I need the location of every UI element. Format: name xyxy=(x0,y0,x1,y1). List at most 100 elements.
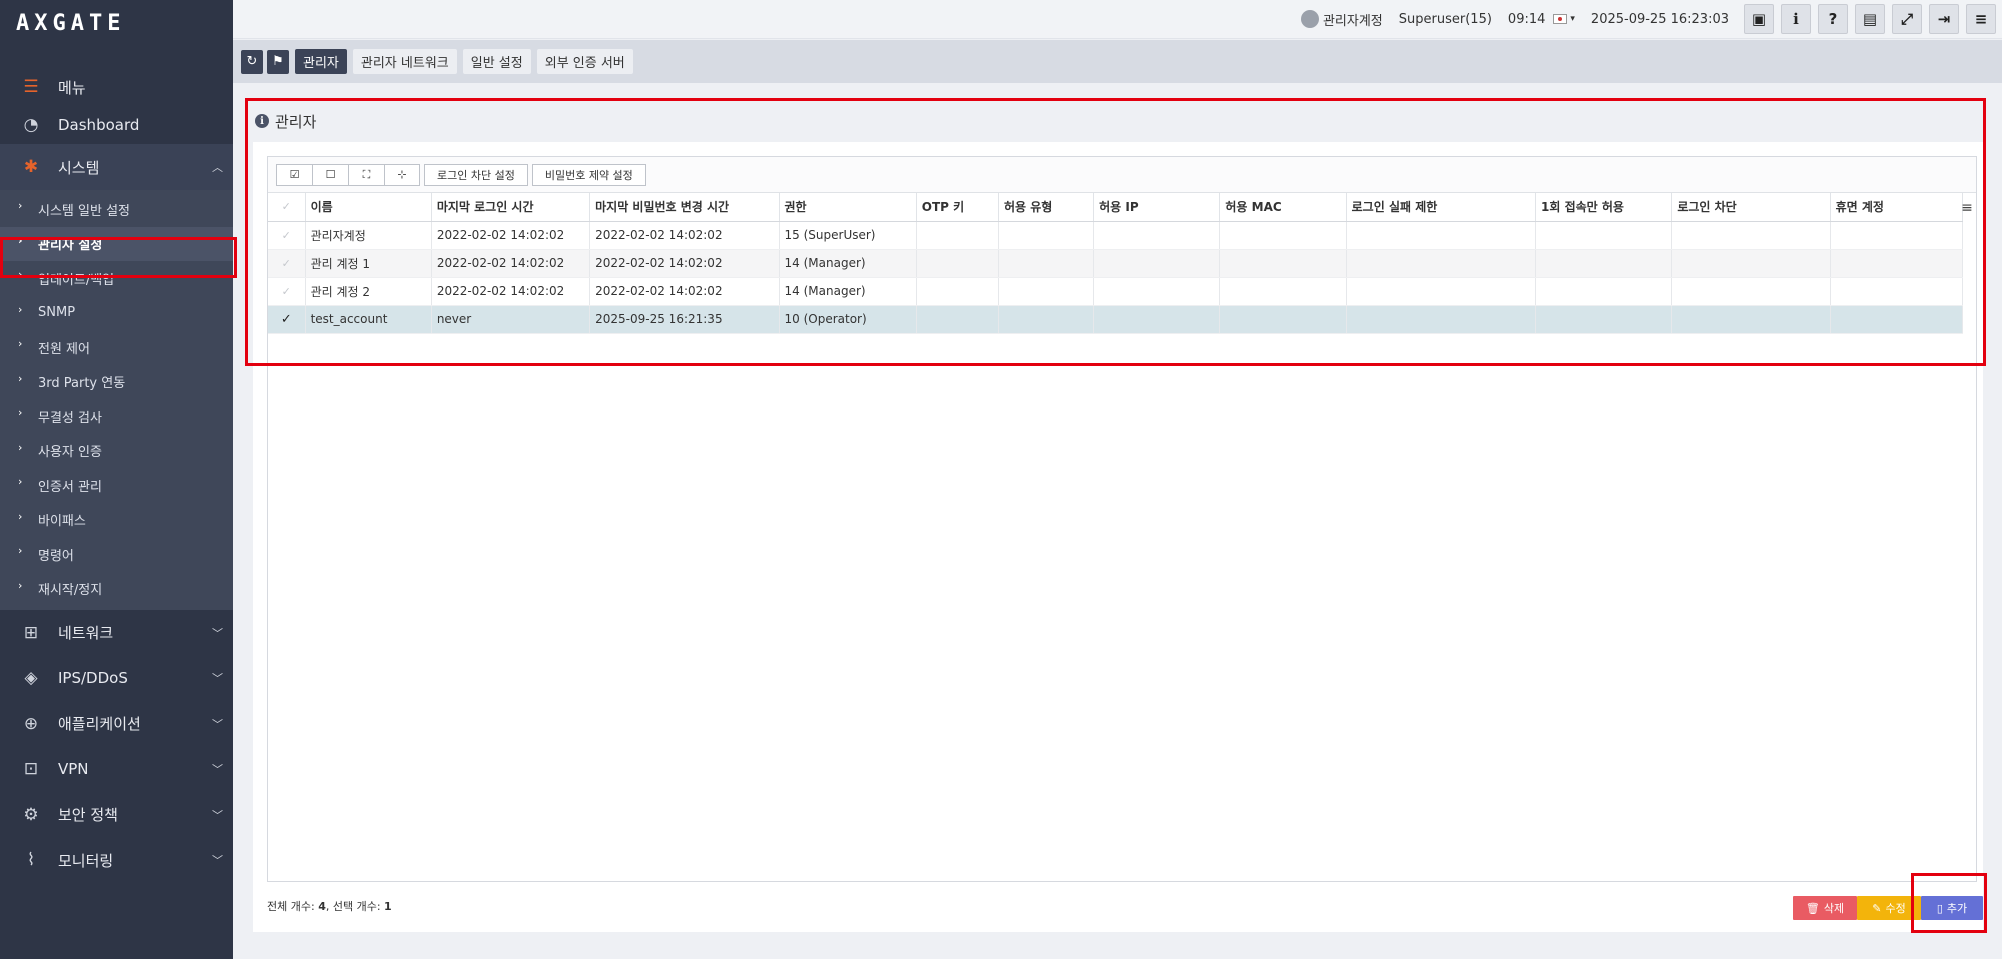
cell-permission: 14 (Manager) xyxy=(779,249,917,278)
deselect-icon[interactable]: ☐ xyxy=(312,163,348,186)
tab-1[interactable]: 관리자 네트워크 xyxy=(352,49,457,74)
column-menu-icon[interactable]: ≡ xyxy=(1960,195,1974,221)
logout-icon[interactable]: ⇥ xyxy=(1929,4,1959,34)
chevron-right-icon: › xyxy=(18,337,23,350)
password-rule-settings-button[interactable]: 비밀번호 제약 설정 xyxy=(531,163,646,186)
cell-empty xyxy=(1346,305,1537,334)
help-icon[interactable]: ? xyxy=(1818,4,1848,34)
column-header[interactable]: 허용 MAC xyxy=(1219,193,1347,222)
sidebar-subitem-9[interactable]: › 바이패스 xyxy=(0,503,233,538)
column-header[interactable]: 로그인 차단 xyxy=(1671,193,1831,222)
cell-empty xyxy=(998,249,1095,278)
table-row[interactable]: ✓ 관리 계정 1 2022-02-02 14:02:02 2022-02-02 14… xyxy=(268,249,1964,278)
panel-title-text: 관리자 xyxy=(275,112,317,131)
info-icon[interactable]: ℹ xyxy=(1781,4,1811,34)
list-icon[interactable]: ▤ xyxy=(1855,4,1885,34)
collapse-icon[interactable]: ⊹ xyxy=(384,163,420,186)
save-icon[interactable]: ▣ xyxy=(1744,4,1774,34)
sidebar-groups: ⊞ 네트워크 ﹀ ◈ IPS/DDoS ﹀ ⊕ 애플리케이션 ﹀ ⊡ VPN ﹀ ⚙ 보안 정책 ﹀ ⌇ 모니터… xyxy=(0,610,233,883)
cell-name: test_account xyxy=(305,305,432,334)
sidebar-subitem-10[interactable]: › 명령어 xyxy=(0,537,233,572)
sidebar-group-4[interactable]: ⚙ 보안 정책 ﹀ xyxy=(0,792,233,838)
sidebar-group-label: VPN xyxy=(58,760,89,779)
column-header[interactable]: 이름 xyxy=(305,193,432,222)
menu-icon[interactable]: ≡ xyxy=(1966,4,1996,34)
sidebar-subitem-7[interactable]: › 사용자 인증 xyxy=(0,434,233,469)
sidebar-group-2[interactable]: ⊕ 애플리케이션 ﹀ xyxy=(0,701,233,747)
sidebar-subitem-11[interactable]: › 재시작/정지 xyxy=(0,572,233,607)
cell-empty xyxy=(1830,249,1964,278)
fullscreen-icon[interactable]: ⤢ xyxy=(1892,4,1922,34)
sidebar-subitem-0[interactable]: › 시스템 일반 설정 xyxy=(0,192,233,227)
select-all-icon[interactable]: ☑ xyxy=(276,163,312,186)
column-header[interactable]: 마지막 로그인 시간 xyxy=(431,193,591,222)
selected-count-label: 선택 개수: xyxy=(332,900,385,913)
sidebar-item-label: Dashboard xyxy=(58,116,140,134)
total-count-label: 전체 개수: xyxy=(267,900,319,913)
language-select[interactable]: ▾ xyxy=(1553,14,1575,24)
sidebar-group-5[interactable]: ⌇ 모니터링 ﹀ xyxy=(0,838,233,884)
user-info[interactable]: 관리자계정 xyxy=(1300,10,1383,29)
sidebar-subitem-6[interactable]: › 무결성 검사 xyxy=(0,399,233,434)
row-checkbox[interactable]: ✓ xyxy=(268,305,306,334)
chevron-down-icon: ﹀ xyxy=(212,626,223,640)
refresh-icon[interactable]: ↻ xyxy=(241,49,263,74)
sidebar-subitem-label: 명령어 xyxy=(38,548,74,564)
column-header[interactable]: 마지막 비밀번호 변경 시간 xyxy=(589,193,780,222)
sidebar-group-1[interactable]: ◈ IPS/DDoS ﹀ xyxy=(0,656,233,702)
cell-empty xyxy=(998,221,1095,250)
column-header[interactable]: 로그인 실패 제한 xyxy=(1346,193,1537,222)
column-header[interactable]: 허용 IP xyxy=(1093,193,1221,222)
delete-button[interactable]: 🗑 삭제 xyxy=(1793,896,1857,920)
expand-icon[interactable]: ⛶ xyxy=(348,163,384,186)
chevron-right-icon: › xyxy=(18,578,23,592)
sidebar-subitem-4[interactable]: › 전원 제어 xyxy=(0,330,233,365)
select-all-checkbox[interactable]: ✓ xyxy=(268,193,306,222)
sidebar-subitem-5[interactable]: › 3rd Party 연동 xyxy=(0,365,233,400)
column-header[interactable]: 휴면 계정 xyxy=(1830,193,1964,222)
cell-empty xyxy=(1535,305,1673,334)
menu-label[interactable]: ☰ 메뉴 xyxy=(0,68,233,106)
login-block-settings-button[interactable]: 로그인 차단 설정 xyxy=(424,163,528,186)
sidebar-group-3[interactable]: ⊡ VPN ﹀ xyxy=(0,747,233,793)
chevron-up-icon: ︿ xyxy=(212,161,223,174)
sidebar-subitem-1[interactable]: › 관리자 설정 xyxy=(0,226,233,261)
sidebar: AXGATE ☰ 메뉴 ◔ Dashboard ✱ 시스템 ︿ › 시스템 일반 … xyxy=(0,0,233,959)
cell-empty xyxy=(916,305,999,334)
row-checkbox[interactable]: ✓ xyxy=(268,249,306,278)
gear-icon: ✱ xyxy=(23,157,39,177)
logo[interactable]: AXGATE xyxy=(0,0,233,46)
sidebar-subitem-label: 사용자 인증 xyxy=(38,445,102,461)
bookmark-icon[interactable]: ⚑ xyxy=(267,49,289,74)
edit-button[interactable]: ✎ 수정 xyxy=(1857,896,1921,920)
sidebar-subitem-8[interactable]: › 인증서 관리 xyxy=(0,468,233,503)
column-header[interactable]: OTP 키 xyxy=(916,193,999,222)
chart-icon: ⌇ xyxy=(26,850,36,871)
row-checkbox[interactable]: ✓ xyxy=(268,277,306,306)
user-icon xyxy=(1300,10,1319,28)
sidebar-subitem-label: 시스템 일반 설정 xyxy=(38,203,130,219)
sidebar-item-system[interactable]: ✱ 시스템 ︿ xyxy=(0,144,233,190)
sidebar-subitem-label: 인증서 관리 xyxy=(38,479,102,495)
sidebar-subitem-2[interactable]: › 업데이트/백업 xyxy=(0,261,233,296)
cell-empty xyxy=(1830,221,1964,250)
tab-0[interactable]: 관리자 xyxy=(295,49,347,74)
row-checkbox[interactable]: ✓ xyxy=(268,221,306,250)
chevron-down-icon: ﹀ xyxy=(212,672,223,686)
column-header[interactable]: 1회 접속만 허용 xyxy=(1535,193,1673,222)
sidebar-item-dashboard[interactable]: ◔ Dashboard xyxy=(0,106,233,144)
lock-icon: ⊡ xyxy=(23,759,39,780)
column-header[interactable]: 권한 xyxy=(779,193,917,222)
add-button[interactable]: ▯ 추가 xyxy=(1921,896,1983,920)
tab-3[interactable]: 외부 인증 서버 xyxy=(536,49,633,74)
sidebar-group-0[interactable]: ⊞ 네트워크 ﹀ xyxy=(0,610,233,656)
table-row[interactable]: ✓ 관리자계정 2022-02-02 14:02:02 2022-02-02 14:0… xyxy=(268,221,1964,250)
sidebar-subitem-3[interactable]: › SNMP xyxy=(0,296,233,331)
tab-2[interactable]: 일반 설정 xyxy=(462,49,531,74)
sidebar-subitem-label: 업데이트/백업 xyxy=(38,272,115,288)
column-header[interactable]: 허용 유형 xyxy=(998,193,1095,222)
table-row[interactable]: ✓ 관리 계정 2 2022-02-02 14:02:02 2022-02-02 14… xyxy=(268,277,1964,306)
menu-label-text: 메뉴 xyxy=(58,78,86,97)
table-row[interactable]: ✓ test_account never 2025-09-25 16:21:35 10 … xyxy=(268,305,1964,334)
user-name: 관리자계정 xyxy=(1322,13,1383,29)
